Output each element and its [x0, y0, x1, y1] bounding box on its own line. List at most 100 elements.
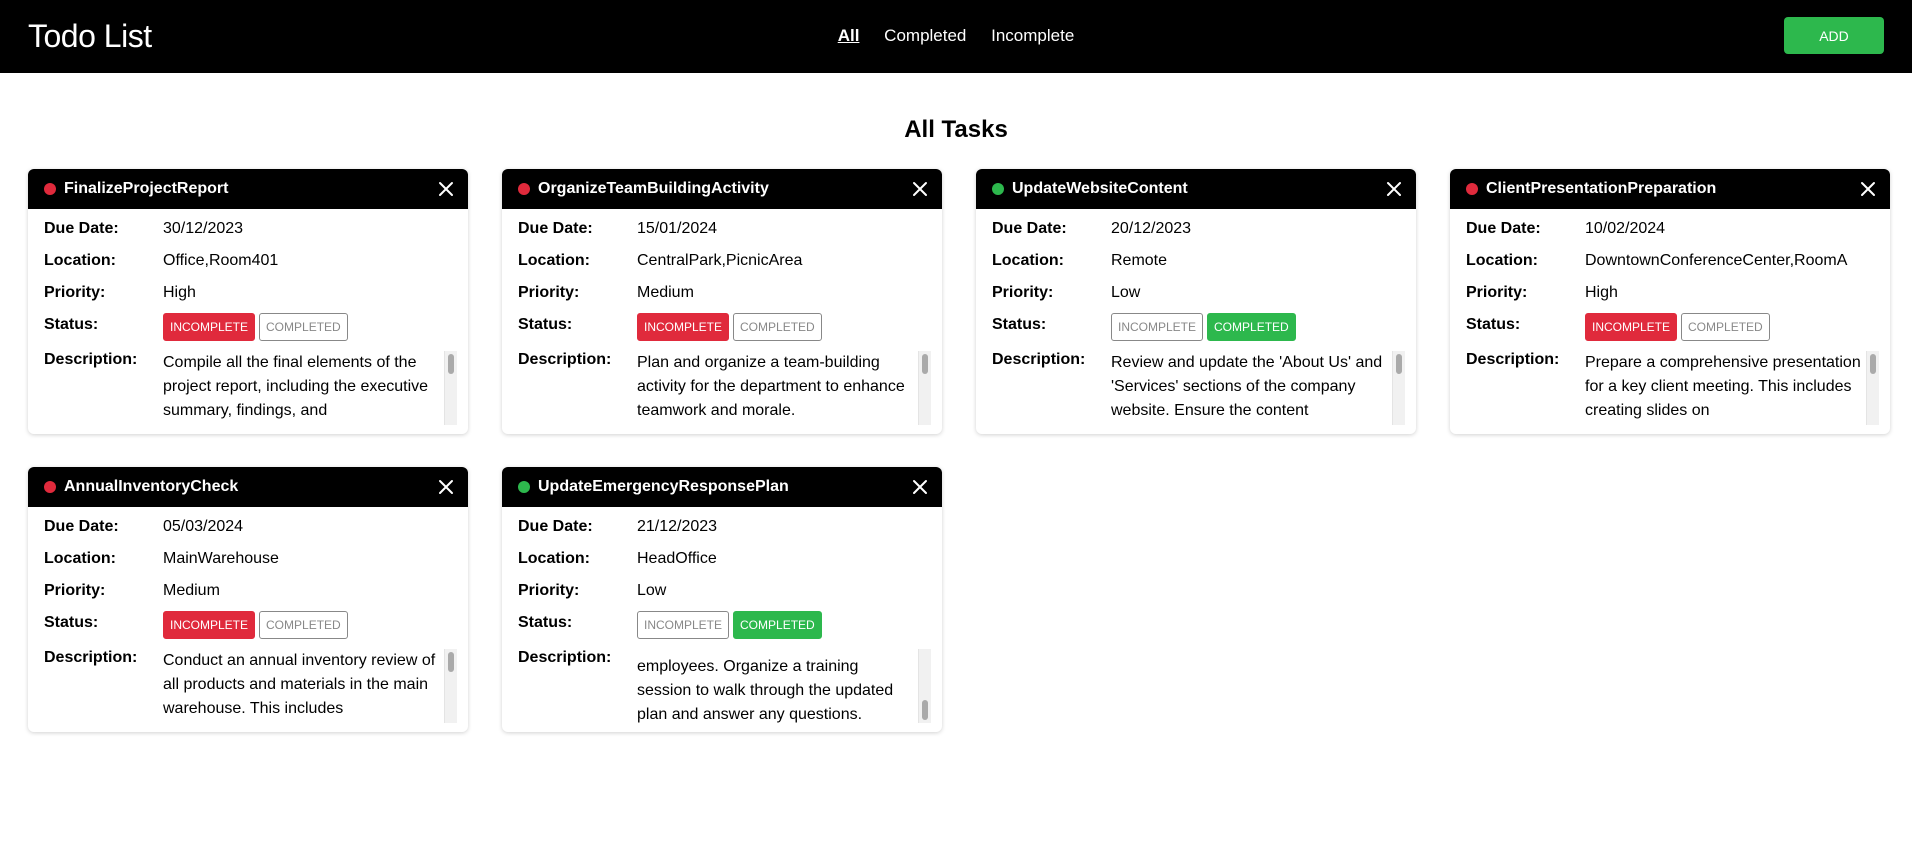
completed-button[interactable]: COMPLETED [733, 313, 822, 341]
due-date-row: Due Date: 15/01/2024 [518, 217, 926, 249]
status-label: Status: [518, 614, 573, 631]
incomplete-button[interactable]: INCOMPLETE [1585, 313, 1678, 341]
scrollbar-thumb[interactable] [1396, 354, 1402, 374]
location-row: Location: DowntownConferenceCenter,RoomA [1466, 249, 1874, 281]
status-row: Status: INCOMPLETE COMPLETED [518, 313, 926, 345]
priority-value: Low [637, 582, 667, 599]
task-card-body: Due Date: 30/12/2023 Location: Office,Ro… [28, 209, 468, 425]
completed-button[interactable]: COMPLETED [259, 611, 348, 639]
location-label: Location: [518, 550, 590, 567]
description-box[interactable]: Conduct an annual inventory review of al… [163, 649, 457, 723]
description-row: Description: Compile all the final eleme… [44, 351, 457, 425]
task-card-1: OrganizeTeamBuildingActivity Due Date: 1… [502, 169, 942, 434]
close-icon[interactable] [434, 475, 458, 499]
description-label: Description: [992, 351, 1086, 368]
description-text: Compile all the final elements of the pr… [163, 354, 429, 419]
description-box[interactable]: Compile all the final elements of the pr… [163, 351, 457, 425]
description-label: Description: [44, 351, 138, 368]
navbar: Todo List All Completed Incomplete ADD [0, 0, 1912, 73]
close-icon[interactable] [908, 177, 932, 201]
description-scrollbar[interactable] [1392, 351, 1405, 425]
location-row: Location: CentralPark,PicnicArea [518, 249, 926, 281]
description-row: Description: Plan and organize a team-bu… [518, 351, 931, 425]
location-value: DowntownConferenceCenter,RoomA [1585, 252, 1848, 269]
status-label: Status: [44, 614, 99, 631]
nav-link-incomplete[interactable]: Incomplete [991, 26, 1074, 45]
status-dot [992, 183, 1004, 195]
task-card-header: OrganizeTeamBuildingActivity [502, 169, 942, 209]
location-value: HeadOffice [637, 550, 717, 567]
description-box[interactable]: employees. Organize a training session t… [637, 649, 931, 723]
status-row: Status: INCOMPLETE COMPLETED [44, 611, 452, 643]
description-scrollbar[interactable] [1866, 351, 1879, 425]
completed-button[interactable]: COMPLETED [259, 313, 348, 341]
status-row: Status: INCOMPLETE COMPLETED [44, 313, 452, 345]
incomplete-button[interactable]: INCOMPLETE [163, 313, 256, 341]
description-label: Description: [1466, 351, 1560, 368]
description-box[interactable]: Plan and organize a team-building activi… [637, 351, 931, 425]
description-scrollbar[interactable] [444, 351, 457, 425]
due-date-value: 20/12/2023 [1111, 220, 1192, 237]
page-title: All Tasks [904, 116, 1008, 143]
description-scrollbar[interactable] [918, 649, 931, 723]
scrollbar-thumb[interactable] [1870, 354, 1876, 374]
location-value: CentralPark,PicnicArea [637, 252, 803, 269]
incomplete-button[interactable]: INCOMPLETE [1111, 313, 1204, 341]
due-date-row: Due Date: 20/12/2023 [992, 217, 1400, 249]
completed-button[interactable]: COMPLETED [733, 611, 822, 639]
status-dot [44, 481, 56, 493]
description-scrollbar[interactable] [444, 649, 457, 723]
close-icon[interactable] [434, 177, 458, 201]
status-toggle: INCOMPLETE COMPLETED [163, 313, 352, 341]
scrollbar-thumb[interactable] [922, 700, 928, 720]
priority-value: Medium [637, 284, 694, 301]
task-card-header: FinalizeProjectReport [28, 169, 468, 209]
task-card-2: UpdateWebsiteContent Due Date: 20/12/202… [976, 169, 1416, 434]
description-row: Description: employees. Organize a train… [518, 649, 931, 723]
due-date-label: Due Date: [44, 220, 119, 237]
priority-label: Priority: [518, 582, 580, 599]
description-row: Description: Prepare a comprehensive pre… [1466, 351, 1879, 425]
location-row: Location: HeadOffice [518, 547, 926, 579]
task-card-header: UpdateEmergencyResponsePlan [502, 467, 942, 507]
task-title: UpdateWebsiteContent [1012, 180, 1188, 197]
description-box[interactable]: Review and update the 'About Us' and 'Se… [1111, 351, 1405, 425]
task-title: AnnualInventoryCheck [64, 478, 239, 495]
task-card-body: Due Date: 05/03/2024 Location: MainWareh… [28, 507, 468, 723]
due-date-row: Due Date: 21/12/2023 [518, 515, 926, 547]
completed-button[interactable]: COMPLETED [1207, 313, 1296, 341]
description-row: Description: Review and update the 'Abou… [992, 351, 1405, 425]
incomplete-button[interactable]: INCOMPLETE [637, 313, 730, 341]
close-icon[interactable] [1856, 177, 1880, 201]
close-icon[interactable] [1382, 177, 1406, 201]
description-row: Description: Conduct an annual inventory… [44, 649, 457, 723]
description-box[interactable]: Prepare a comprehensive presentation for… [1585, 351, 1879, 425]
nav-link-completed[interactable]: Completed [884, 26, 966, 45]
status-toggle: INCOMPLETE COMPLETED [163, 611, 352, 639]
task-card-body: Due Date: 10/02/2024 Location: DowntownC… [1450, 209, 1890, 425]
location-label: Location: [518, 252, 590, 269]
task-card-body: Due Date: 20/12/2023 Location: Remote Pr… [976, 209, 1416, 425]
scrollbar-thumb[interactable] [448, 652, 454, 672]
status-dot [44, 183, 56, 195]
description-text: employees. Organize a training session t… [637, 658, 894, 723]
scrollbar-thumb[interactable] [448, 354, 454, 374]
incomplete-button[interactable]: INCOMPLETE [163, 611, 256, 639]
priority-value: Medium [163, 582, 220, 599]
scrollbar-thumb[interactable] [922, 354, 928, 374]
nav-link-all[interactable]: All [838, 26, 860, 45]
description-label: Description: [518, 649, 612, 666]
priority-row: Priority: High [1466, 281, 1874, 313]
description-scrollbar[interactable] [918, 351, 931, 425]
due-date-label: Due Date: [44, 518, 119, 535]
location-label: Location: [992, 252, 1064, 269]
status-toggle: INCOMPLETE COMPLETED [1585, 313, 1774, 341]
completed-button[interactable]: COMPLETED [1681, 313, 1770, 341]
priority-value: High [163, 284, 196, 301]
due-date-value: 10/02/2024 [1585, 220, 1666, 237]
add-button[interactable]: ADD [1784, 17, 1884, 54]
close-icon[interactable] [908, 475, 932, 499]
incomplete-button[interactable]: INCOMPLETE [637, 611, 730, 639]
priority-row: Priority: Low [518, 579, 926, 611]
due-date-row: Due Date: 05/03/2024 [44, 515, 452, 547]
